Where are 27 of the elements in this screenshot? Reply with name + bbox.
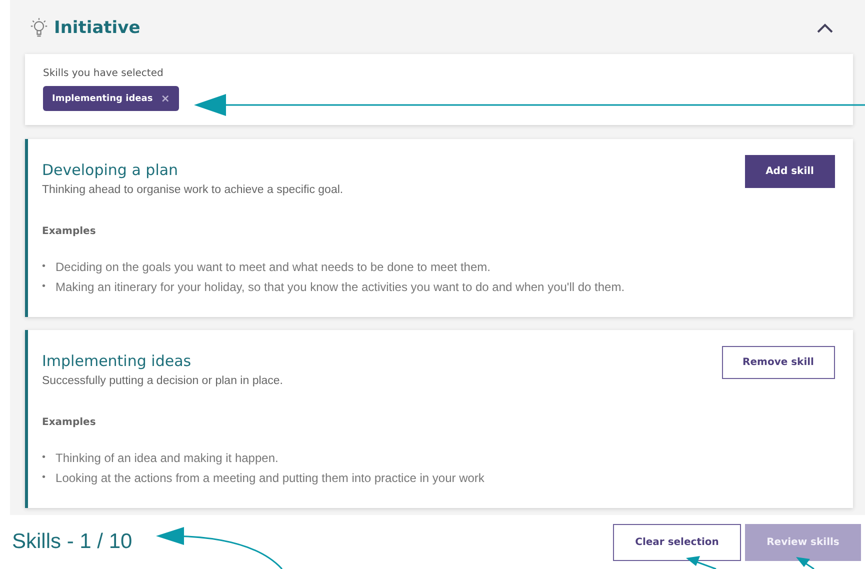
- chevron-icon[interactable]: [817, 23, 833, 33]
- bullet-mark: •: [42, 451, 46, 465]
- skill-button[interactable]: Remove skill: [722, 346, 835, 379]
- skill-description: Thinking ahead to organise work to achieve a specific goal.: [42, 184, 344, 196]
- bullet-mark: •: [42, 280, 46, 294]
- skill-title: Developing a plan: [42, 161, 180, 179]
- bullet-mark: •: [42, 260, 46, 274]
- annotation-arrow: [686, 556, 716, 569]
- clear-button[interactable]: Clear selection: [613, 524, 741, 560]
- examples-heading: Examples: [42, 226, 97, 237]
- examples-heading: Examples: [42, 417, 97, 428]
- section-title: Initiative: [54, 18, 140, 38]
- skill-button[interactable]: Add skill: [744, 155, 835, 188]
- lightbulb-icon: [30, 17, 48, 39]
- tag-label: Implementing ideas: [52, 94, 153, 104]
- bullet-mark: •: [42, 471, 46, 485]
- example-item: Looking at the actions from a meeting and putting them into practice in your work: [56, 470, 484, 487]
- selected-skills-label: Skills you have selected: [43, 68, 164, 79]
- example-item: Thinking of an idea and making it happen.: [56, 450, 278, 467]
- skill-description: Successfully putting a decision or plan in place.: [42, 375, 284, 387]
- example-item: Making an itinerary for your holiday, so that you know the activities you want to do and when you'll do them.: [56, 279, 625, 296]
- skill-tag[interactable]: Implementing ideas ×: [43, 86, 179, 111]
- skills-counter: Skills - 1 / 10: [12, 530, 132, 554]
- example-item: Deciding on the goals you want to meet and what needs to be done to meet them.: [56, 259, 490, 276]
- remove-tag-icon[interactable]: ×: [160, 92, 170, 105]
- skill-title: Implementing ideas: [42, 352, 192, 370]
- annotation-arrow: [796, 557, 814, 569]
